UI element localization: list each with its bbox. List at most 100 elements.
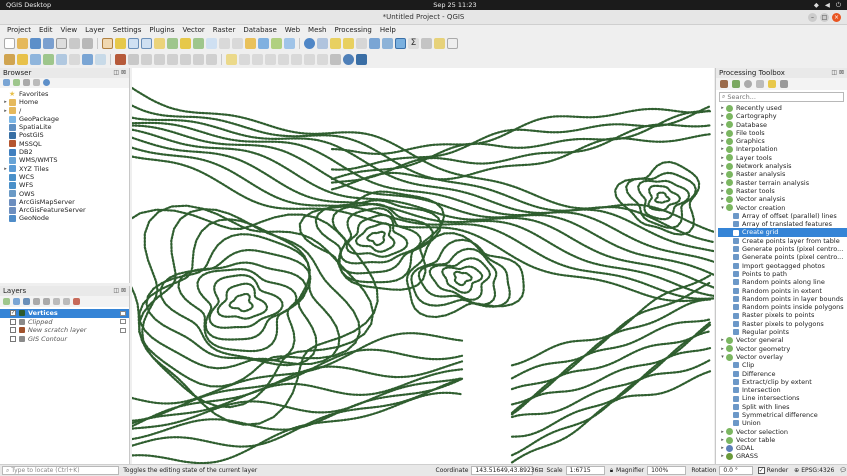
toolbox-group[interactable]: ▸ Interpolation: [718, 145, 847, 153]
toolbox-algorithm[interactable]: Raster pixels to polygons: [718, 320, 847, 328]
toolbox-group[interactable]: ▸ GRASS: [718, 452, 847, 460]
options-icon[interactable]: [780, 80, 788, 88]
expand-arrow-icon[interactable]: ▸: [719, 336, 726, 344]
layer-item[interactable]: New scratch layer: [0, 326, 129, 335]
expand-arrow-icon[interactable]: ▸: [719, 145, 726, 153]
toolbox-group[interactable]: ▸ Vector general: [718, 336, 847, 344]
toolbox-search-input[interactable]: [727, 93, 828, 101]
move-label-icon[interactable]: [278, 54, 289, 65]
add-feature-icon[interactable]: [43, 54, 54, 65]
new-map-view-icon[interactable]: [245, 38, 256, 49]
crs-globe-icon[interactable]: ⊕: [794, 467, 799, 474]
toolbox-algorithm[interactable]: Line intersections: [718, 394, 847, 402]
toolbox-group[interactable]: ▸ Raster analysis: [718, 170, 847, 178]
pin-labels-icon[interactable]: [252, 54, 263, 65]
bookmark-icon[interactable]: [271, 38, 282, 49]
toolbox-group[interactable]: ▸ Graphics: [718, 137, 847, 145]
browser-item[interactable]: MSSQL: [2, 140, 129, 148]
magnifier-spinbox[interactable]: 100%: [647, 466, 687, 475]
deselect-icon[interactable]: [356, 38, 367, 49]
expand-arrow-icon[interactable]: ▸: [719, 121, 726, 129]
toolbox-algorithm[interactable]: Random points in extent: [718, 287, 847, 295]
toolbox-group[interactable]: ▸ Layer tools: [718, 154, 847, 162]
redo-icon[interactable]: [206, 54, 217, 65]
filter-icon[interactable]: [23, 79, 30, 86]
toolbox-algorithm[interactable]: Raster pixels to points: [718, 311, 847, 319]
expand-arrow-icon[interactable]: ▸: [719, 179, 726, 187]
expand-arrow-icon[interactable]: ▸: [719, 129, 726, 137]
menu-edit[interactable]: Edit: [35, 25, 57, 36]
save-as-icon[interactable]: [43, 38, 54, 49]
toolbox-algorithm[interactable]: Create points layer from table: [718, 237, 847, 245]
coordinate-field[interactable]: 143.51649,43.89236: [471, 466, 538, 475]
expand-arrow-icon[interactable]: ▸: [719, 162, 726, 170]
expand-arrow-icon[interactable]: ▸: [719, 137, 726, 145]
browser-item[interactable]: WCS: [2, 173, 129, 181]
measure-icon[interactable]: [421, 38, 432, 49]
plugin-python-icon[interactable]: [356, 54, 367, 65]
zoom-full-icon[interactable]: [167, 38, 178, 49]
close-button[interactable]: ×: [832, 13, 841, 22]
contour-map[interactable]: [132, 68, 714, 464]
pan-hand-icon[interactable]: [102, 38, 113, 49]
panel-float-close-icon[interactable]: ◫ ⊠: [113, 286, 126, 296]
toolbox-group[interactable]: ▸ Vector geometry: [718, 345, 847, 353]
eraser-icon[interactable]: [115, 54, 126, 65]
manage-visibility-icon[interactable]: [23, 298, 30, 305]
menu-help[interactable]: Help: [376, 25, 400, 36]
expand-arrow-icon[interactable]: ▸: [719, 104, 726, 112]
add-group-icon[interactable]: [13, 298, 20, 305]
crs-label[interactable]: EPSG:4326: [801, 467, 834, 474]
zoom-in-icon[interactable]: [128, 38, 139, 49]
identify-icon[interactable]: [304, 38, 315, 49]
browser-item[interactable]: GeoPackage: [2, 115, 129, 123]
toolbox-algorithm[interactable]: Generate points (pixel centro...: [718, 245, 847, 253]
menu-vector[interactable]: Vector: [178, 25, 208, 36]
style-manager-icon[interactable]: [82, 38, 93, 49]
menu-processing[interactable]: Processing: [330, 25, 375, 36]
attribute-table-icon[interactable]: [369, 38, 380, 49]
toolbox-algorithm[interactable]: Split with lines: [718, 403, 847, 411]
menu-database[interactable]: Database: [239, 25, 280, 36]
layout-manager-icon[interactable]: [69, 38, 80, 49]
digitize-icon[interactable]: [82, 54, 93, 65]
refresh-icon[interactable]: [3, 79, 10, 86]
toolbox-group[interactable]: ▾ Vector overlay: [718, 353, 847, 361]
zoom-selection-icon[interactable]: [180, 38, 191, 49]
select-features-icon[interactable]: [330, 38, 341, 49]
expand-arrow-icon[interactable]: ▸: [719, 428, 726, 436]
toolbox-algorithm[interactable]: Points to path: [718, 270, 847, 278]
menu-web[interactable]: Web: [281, 25, 304, 36]
toolbox-group[interactable]: ▸ GDAL: [718, 444, 847, 452]
new-3d-view-icon[interactable]: [258, 38, 269, 49]
toolbox-algorithm[interactable]: Intersection: [718, 386, 847, 394]
toolbox-group[interactable]: ▸ Vector table: [718, 436, 847, 444]
expand-arrow-icon[interactable]: ▸: [719, 444, 726, 452]
toolbox-algorithm[interactable]: Difference: [718, 370, 847, 378]
change-label-icon[interactable]: [304, 54, 315, 65]
toolbox-group[interactable]: ▸ Vector analysis: [718, 195, 847, 203]
models-icon[interactable]: [720, 80, 728, 88]
zoom-layer-icon[interactable]: [193, 38, 204, 49]
locator-field[interactable]: ⌕ Type to locate (Ctrl+K): [2, 466, 120, 475]
toolbox-group[interactable]: ▸ Raster tools: [718, 187, 847, 195]
pan-to-selection-icon[interactable]: [115, 38, 126, 49]
layer-visibility-checkbox[interactable]: [10, 335, 16, 342]
layer-item[interactable]: ✓ Vertices: [0, 309, 129, 318]
refresh-icon[interactable]: [284, 38, 295, 49]
toolbox-algorithm[interactable]: Create grid: [718, 228, 847, 237]
select-by-value-icon[interactable]: [343, 38, 354, 49]
menu-raster[interactable]: Raster: [209, 25, 240, 36]
menu-project[interactable]: Project: [3, 25, 35, 36]
menu-plugins[interactable]: Plugins: [145, 25, 178, 36]
menu-settings[interactable]: Settings: [109, 25, 146, 36]
zoom-last-icon[interactable]: [219, 38, 230, 49]
rotate-label-icon[interactable]: [291, 54, 302, 65]
toolbox-group[interactable]: ▸ File tools: [718, 129, 847, 137]
toolbox-group[interactable]: ▸ Recently used: [718, 104, 847, 112]
save-project-icon[interactable]: [30, 38, 41, 49]
toolbox-algorithm[interactable]: Extract/clip by extent: [718, 378, 847, 386]
collapse-all-icon[interactable]: [63, 298, 70, 305]
text-annotation-icon[interactable]: [447, 38, 458, 49]
add-layer-icon[interactable]: [13, 79, 20, 86]
